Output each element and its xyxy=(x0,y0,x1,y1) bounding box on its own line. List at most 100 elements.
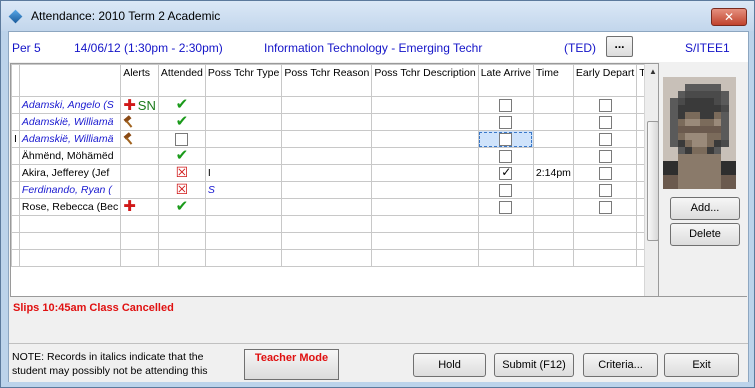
early-depart-checkbox[interactable] xyxy=(598,115,612,129)
late-arrive-checkbox[interactable] xyxy=(499,200,513,214)
late-arrive-cell[interactable] xyxy=(477,96,534,114)
table-row[interactable]: Ferdinando, Ryan (☒S--z- [-Slips 10:45am xyxy=(11,181,658,199)
attended-checkbox[interactable] xyxy=(175,132,189,146)
late-arrive-checkbox[interactable] xyxy=(499,183,513,197)
poss-tchr-type[interactable] xyxy=(204,147,283,165)
student-name[interactable]: Rose, Rebecca (Bec xyxy=(18,198,122,216)
attendance-grid[interactable]: Alerts Attended Poss Tchr Type Poss Tchr Re… xyxy=(10,63,659,311)
table-row[interactable]: Adamski, Angelo (S✚SN✔--z- [-Slips 10:45… xyxy=(11,96,658,114)
alerts-cell[interactable] xyxy=(120,181,159,199)
table-row[interactable]: Rose, Rebecca (Bec✚✔---- [- xyxy=(11,198,658,216)
column-header[interactable] xyxy=(11,64,20,97)
scroll-up-arrow-icon[interactable]: ▲ xyxy=(645,64,658,80)
poss-tchr-reason[interactable] xyxy=(281,147,373,165)
row-indicator[interactable] xyxy=(11,164,20,182)
column-header[interactable]: Alerts xyxy=(120,64,159,97)
attended-tick-icon[interactable]: ✔ xyxy=(176,98,189,113)
alerts-cell[interactable]: ✚ xyxy=(120,198,159,216)
poss-tchr-description[interactable] xyxy=(371,147,479,165)
attended-cell[interactable]: ☒ xyxy=(157,164,206,182)
table-row[interactable]: Ähmënd, Möhämëd✔---- [- xyxy=(11,147,658,165)
poss-tchr-description[interactable] xyxy=(371,164,479,182)
poss-tchr-description[interactable] xyxy=(371,96,479,114)
poss-tchr-reason[interactable] xyxy=(281,198,373,216)
delete-button[interactable]: Delete xyxy=(670,223,740,246)
early-depart-checkbox[interactable] xyxy=(598,98,612,112)
column-header[interactable]: Attended xyxy=(157,64,206,97)
poss-tchr-reason[interactable] xyxy=(281,164,373,182)
more-options-button[interactable]: ... xyxy=(606,36,633,57)
column-header[interactable]: Early Depart xyxy=(572,64,638,97)
column-header[interactable]: Poss Tchr Reason xyxy=(281,64,373,97)
poss-tchr-type[interactable] xyxy=(204,130,283,148)
vertical-scrollbar[interactable]: ▲ ▼ xyxy=(644,64,658,310)
hold-button[interactable]: Hold xyxy=(413,353,486,377)
alerts-cell[interactable]: ✚ SN xyxy=(120,96,159,114)
late-arrive-cell[interactable] xyxy=(477,113,534,131)
poss-tchr-reason[interactable] xyxy=(281,96,373,114)
attended-tick-icon[interactable]: ✔ xyxy=(176,200,189,215)
attended-cell[interactable]: ✔ xyxy=(157,113,206,131)
column-header[interactable]: Time xyxy=(532,64,574,97)
late-time[interactable] xyxy=(532,130,574,148)
early-depart-checkbox[interactable] xyxy=(598,183,612,197)
poss-tchr-type[interactable]: I xyxy=(204,164,283,182)
attended-tick-icon[interactable]: ✔ xyxy=(176,149,189,164)
early-depart-cell[interactable] xyxy=(572,164,638,182)
early-depart-cell[interactable] xyxy=(572,130,638,148)
early-depart-checkbox[interactable] xyxy=(598,166,612,180)
late-arrive-checkbox[interactable] xyxy=(499,132,513,146)
late-time[interactable] xyxy=(532,113,574,131)
poss-tchr-description[interactable] xyxy=(371,113,479,131)
late-arrive-cell[interactable] xyxy=(477,198,534,216)
poss-tchr-description[interactable] xyxy=(371,198,479,216)
student-name[interactable]: Adamskiё, Williamä xyxy=(18,113,122,131)
poss-tchr-type[interactable] xyxy=(204,113,283,131)
table-row[interactable]: Akira, Jefferey (Jef☒I2:14pm---- [- xyxy=(11,164,658,182)
row-indicator[interactable] xyxy=(11,96,20,114)
student-name[interactable]: Ferdinando, Ryan ( xyxy=(18,181,122,199)
attended-cell[interactable]: ✔ xyxy=(157,96,206,114)
poss-tchr-description[interactable] xyxy=(371,181,479,199)
attended-cell[interactable]: ☒ xyxy=(157,181,206,199)
alerts-cell[interactable] xyxy=(120,164,159,182)
student-name[interactable]: Adamskiё, Williamä xyxy=(18,130,122,148)
absent-x-icon[interactable]: ☒ xyxy=(176,183,189,198)
late-arrive-cell[interactable] xyxy=(477,130,534,148)
absent-x-icon[interactable]: ☒ xyxy=(176,166,189,181)
late-arrive-checkbox[interactable] xyxy=(499,115,513,129)
late-arrive-checkbox[interactable] xyxy=(499,166,513,180)
early-depart-cell[interactable] xyxy=(572,198,638,216)
column-header[interactable]: Poss Tchr Type xyxy=(204,64,283,97)
row-indicator[interactable] xyxy=(11,113,20,131)
early-depart-cell[interactable] xyxy=(572,147,638,165)
poss-tchr-description[interactable] xyxy=(371,130,479,148)
table-row[interactable]: Adamskiё, Williamä✔--z- [-Slips 10:45am xyxy=(11,113,658,131)
vertical-scroll-thumb[interactable] xyxy=(647,121,658,241)
close-button[interactable]: ✕ xyxy=(711,8,747,26)
late-arrive-cell[interactable] xyxy=(477,147,534,165)
column-header[interactable]: Late Arrive xyxy=(477,64,534,97)
late-arrive-checkbox[interactable] xyxy=(499,98,513,112)
early-depart-cell[interactable] xyxy=(572,113,638,131)
student-name[interactable]: Adamski, Angelo (S xyxy=(18,96,122,114)
attended-cell[interactable]: ✔ xyxy=(157,198,206,216)
column-header[interactable]: Poss Tchr Description xyxy=(371,64,479,97)
early-depart-checkbox[interactable] xyxy=(598,149,612,163)
late-arrive-checkbox[interactable] xyxy=(499,149,513,163)
late-time[interactable] xyxy=(532,96,574,114)
attended-cell[interactable] xyxy=(157,130,206,148)
row-indicator[interactable]: I xyxy=(11,130,20,148)
late-time[interactable] xyxy=(532,198,574,216)
poss-tchr-reason[interactable] xyxy=(281,181,373,199)
early-depart-cell[interactable] xyxy=(572,96,638,114)
poss-tchr-type[interactable] xyxy=(204,96,283,114)
late-time[interactable] xyxy=(532,147,574,165)
teacher-mode-button[interactable]: Teacher Mode xyxy=(244,349,339,380)
poss-tchr-type[interactable] xyxy=(204,198,283,216)
early-depart-checkbox[interactable] xyxy=(598,200,612,214)
student-name[interactable]: Akira, Jefferey (Jef xyxy=(18,164,122,182)
attended-cell[interactable]: ✔ xyxy=(157,147,206,165)
submit-button[interactable]: Submit (F12) xyxy=(494,353,574,377)
alerts-cell[interactable] xyxy=(120,130,159,148)
